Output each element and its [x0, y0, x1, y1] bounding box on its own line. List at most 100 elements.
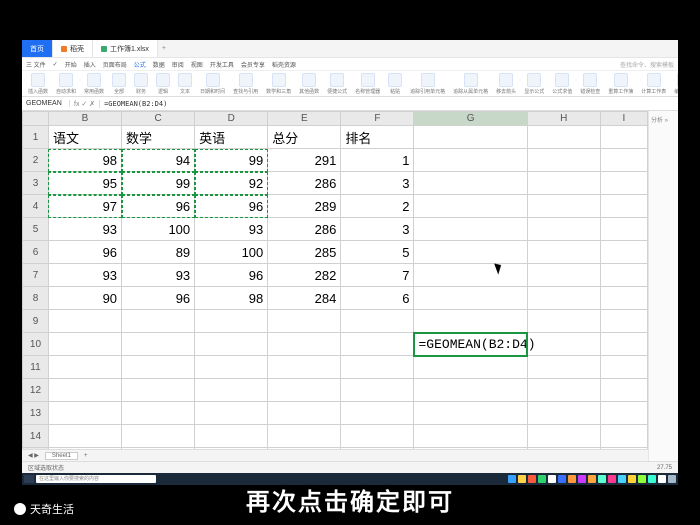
- cell-E8[interactable]: 284: [268, 287, 341, 310]
- row-header-8[interactable]: 8: [23, 287, 49, 310]
- cell-B3[interactable]: 95: [48, 172, 121, 195]
- cell-D13[interactable]: [195, 402, 268, 425]
- cell-F10[interactable]: [341, 333, 414, 356]
- tray-icon-10[interactable]: [608, 475, 616, 483]
- cell-D3[interactable]: 92: [195, 172, 268, 195]
- toolbar-查找与引用[interactable]: 查找与引用: [233, 73, 258, 95]
- toolbar-名称管理器[interactable]: 名称管理器: [355, 73, 380, 95]
- col-header-C[interactable]: C: [122, 112, 195, 126]
- grid[interactable]: BCDEFGHI1语文数学英语总分排名298949929113959992286…: [22, 111, 648, 449]
- tray-icon-14[interactable]: [648, 475, 656, 483]
- toolbar-移去箭头[interactable]: 移去箭头: [496, 73, 516, 95]
- cell-B8[interactable]: 90: [48, 287, 121, 310]
- tab-doc1[interactable]: 稻壳: [53, 40, 93, 57]
- cell-G5[interactable]: [414, 218, 527, 241]
- cell-C9[interactable]: [122, 310, 195, 333]
- tray-icon-15[interactable]: [658, 475, 666, 483]
- cell-D8[interactable]: 98: [195, 287, 268, 310]
- cell-B1[interactable]: 语文: [48, 126, 121, 149]
- cell-E9[interactable]: [268, 310, 341, 333]
- tab-doc2[interactable]: 工作簿1.xlsx: [93, 40, 158, 57]
- ribbon-tab-数据[interactable]: 数据: [153, 60, 165, 69]
- cell-H4[interactable]: [527, 195, 600, 218]
- cell-B12[interactable]: [48, 379, 121, 402]
- row-header-4[interactable]: 4: [23, 195, 49, 218]
- cell-H8[interactable]: [527, 287, 600, 310]
- cell-F5[interactable]: 3: [341, 218, 414, 241]
- tray-icon-2[interactable]: [528, 475, 536, 483]
- cell-E6[interactable]: 285: [268, 241, 341, 264]
- ribbon-tab-审阅[interactable]: 审阅: [172, 60, 184, 69]
- ribbon-tab-页面布局[interactable]: 页面布局: [103, 60, 127, 69]
- cell-C1[interactable]: 数学: [122, 126, 195, 149]
- row-header-5[interactable]: 5: [23, 218, 49, 241]
- cell-I14[interactable]: [600, 425, 647, 448]
- cell-F4[interactable]: 2: [341, 195, 414, 218]
- cell-I4[interactable]: [600, 195, 647, 218]
- cell-F12[interactable]: [341, 379, 414, 402]
- ribbon-tab-公式[interactable]: 公式: [134, 60, 146, 69]
- cell-F6[interactable]: 5: [341, 241, 414, 264]
- cell-B10[interactable]: [48, 333, 121, 356]
- cell-I3[interactable]: [600, 172, 647, 195]
- cell-H11[interactable]: [527, 356, 600, 379]
- row-header-7[interactable]: 7: [23, 264, 49, 287]
- ribbon-tab-插入[interactable]: 插入: [84, 60, 96, 69]
- sheet-tab-1[interactable]: Sheet1: [45, 452, 78, 460]
- row-header-6[interactable]: 6: [23, 241, 49, 264]
- tray-icon-7[interactable]: [578, 475, 586, 483]
- cell-G11[interactable]: [414, 356, 527, 379]
- col-header-D[interactable]: D: [195, 112, 268, 126]
- toolbar-常用函数[interactable]: 常用函数: [84, 73, 104, 95]
- cell-G4[interactable]: [414, 195, 527, 218]
- toolbar-计算工作表[interactable]: 计算工作表: [641, 73, 666, 95]
- cell-D6[interactable]: 100: [195, 241, 268, 264]
- tray-icon-12[interactable]: [628, 475, 636, 483]
- tab-home[interactable]: 首页: [22, 40, 53, 57]
- cell-C11[interactable]: [122, 356, 195, 379]
- row-header-1[interactable]: 1: [23, 126, 49, 149]
- tray-icon-5[interactable]: [558, 475, 566, 483]
- cell-I1[interactable]: [600, 126, 647, 149]
- cell-D2[interactable]: 99: [195, 149, 268, 172]
- tab-add[interactable]: +: [158, 40, 170, 57]
- col-header-F[interactable]: F: [341, 112, 414, 126]
- cell-F2[interactable]: 1: [341, 149, 414, 172]
- tray-icon-11[interactable]: [618, 475, 626, 483]
- cell-C10[interactable]: [122, 333, 195, 356]
- cell-G14[interactable]: [414, 425, 527, 448]
- row-header-9[interactable]: 9: [23, 310, 49, 333]
- cell-F3[interactable]: 3: [341, 172, 414, 195]
- cell-I11[interactable]: [600, 356, 647, 379]
- cell-H9[interactable]: [527, 310, 600, 333]
- toolbar-插入函数[interactable]: 插入函数: [28, 73, 48, 95]
- cell-I12[interactable]: [600, 379, 647, 402]
- row-header-13[interactable]: 13: [23, 402, 49, 425]
- toolbar-自动求和[interactable]: 自动求和: [56, 73, 76, 95]
- cell-F13[interactable]: [341, 402, 414, 425]
- tray-icon-16[interactable]: [668, 475, 676, 483]
- cell-G1[interactable]: [414, 126, 527, 149]
- row-header-10[interactable]: 10: [23, 333, 49, 356]
- col-header-I[interactable]: I: [600, 112, 647, 126]
- cell-B14[interactable]: [48, 425, 121, 448]
- cell-F7[interactable]: 7: [341, 264, 414, 287]
- toolbar-编辑链接[interactable]: 编辑链接: [674, 73, 678, 95]
- cell-C12[interactable]: [122, 379, 195, 402]
- cell-C5[interactable]: 100: [122, 218, 195, 241]
- tray-icon-4[interactable]: [548, 475, 556, 483]
- cell-D4[interactable]: 96: [195, 195, 268, 218]
- cell-H2[interactable]: [527, 149, 600, 172]
- cell-G13[interactable]: [414, 402, 527, 425]
- row-header-12[interactable]: 12: [23, 379, 49, 402]
- cell-F9[interactable]: [341, 310, 414, 333]
- toolbar-日期和时间[interactable]: 日期和时间: [200, 73, 225, 95]
- cell-D10[interactable]: [195, 333, 268, 356]
- cell-H10[interactable]: [527, 333, 600, 356]
- taskbar-search[interactable]: 在这里输入你要搜索的内容: [36, 475, 156, 483]
- cell-C7[interactable]: 93: [122, 264, 195, 287]
- toolbar-数学和三角[interactable]: 数学和三角: [266, 73, 291, 95]
- cell-I8[interactable]: [600, 287, 647, 310]
- cell-I6[interactable]: [600, 241, 647, 264]
- col-header-B[interactable]: B: [48, 112, 121, 126]
